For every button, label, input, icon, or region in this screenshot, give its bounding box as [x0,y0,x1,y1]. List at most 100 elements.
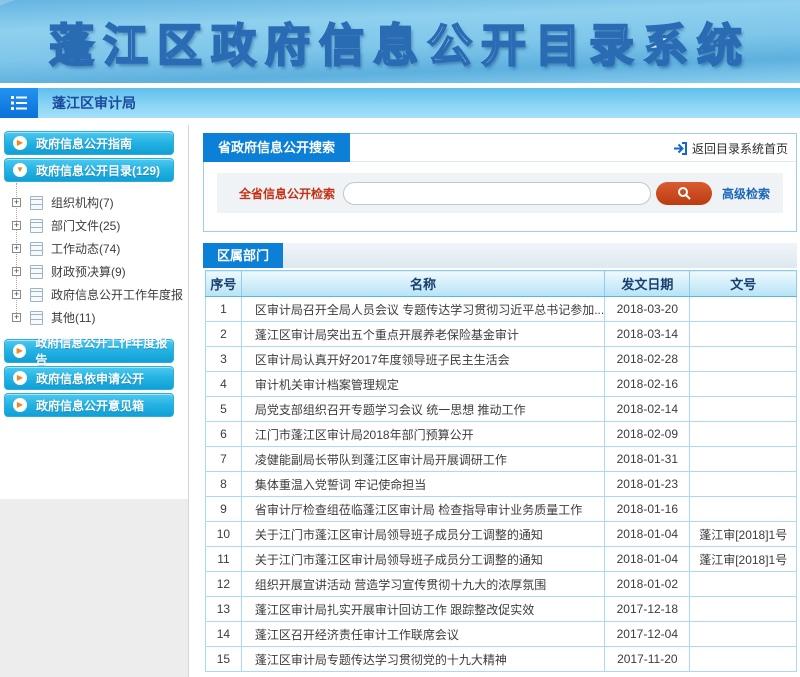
row-title-link[interactable]: 审计机关审计档案管理规定 [241,372,604,397]
department-name: 蓬江区审计局 [52,88,136,118]
col-header-docno: 文号 [690,271,797,297]
table-row: 3 区审计局认真开好2017年度领导班子民主生活会 2018-02-28 [206,347,797,372]
list-icon [0,88,38,118]
row-docno-cell [690,447,797,472]
row-docno-cell [690,372,797,397]
row-date-cell: 2017-12-04 [605,622,690,647]
row-index-cell: 8 [206,472,242,497]
row-title-link[interactable]: 蓬江区审计局突出五个重点开展养老保险基金审计 [241,322,604,347]
row-index-cell: 15 [206,647,242,672]
row-date-cell: 2018-01-02 [605,572,690,597]
table-header-row: 序号 名称 发文日期 文号 [206,271,797,297]
table-row: 6 江门市蓬江区审计局2018年部门预算公开 2018-02-09 [206,422,797,447]
table-row: 9 省审计厅检查组莅临蓬江区审计局 检查指导审计业务质量工作 2018-01-1… [206,497,797,522]
tree-item[interactable]: + 其他(11) [4,306,176,329]
tree-expand-icon[interactable]: + [12,221,21,230]
tree-item-label: 政府信息公开工作年度报 [51,286,183,303]
row-title-link[interactable]: 区审计局认真开好2017年度领导班子民主生活会 [241,347,604,372]
sidebar-button-label: 政府信息公开指南 [36,135,132,152]
sidebar-top-buttons: ▶ 政府信息公开指南 ▼ 政府信息公开目录(129) [4,131,176,182]
row-date-cell: 2018-02-16 [605,372,690,397]
row-index-cell: 9 [206,497,242,522]
row-index-cell: 10 [206,522,242,547]
row-title-link[interactable]: 组织开展宣讲活动 营造学习宣传贯彻十九大的浓厚氛围 [241,572,604,597]
row-date-cell: 2018-01-23 [605,472,690,497]
col-header-title: 名称 [241,271,604,297]
document-icon [30,265,43,279]
tree-expand-icon[interactable]: + [12,244,21,253]
sidebar-button-label: 政府信息依申请公开 [36,370,144,387]
tab-district-departments[interactable]: 区属部门 [203,243,283,268]
sidebar-button[interactable]: ▶ 政府信息公开工作年度报告 [4,339,174,363]
table-row: 13 蓬江区审计局扎实开展审计回访工作 跟踪整改促实效 2017-12-18 [206,597,797,622]
tree-expand-icon[interactable]: + [12,198,21,207]
province-search-panel: 省政府信息公开搜索 返回目录系统首页 全省信息公开检索 高级检索 [203,133,797,232]
row-title-link[interactable]: 关于江门市蓬江区审计局领导班子成员分工调整的通知 [241,522,604,547]
tree-item[interactable]: + 部门文件(25) [4,214,176,237]
row-docno-cell [690,297,797,322]
tab-province-search[interactable]: 省政府信息公开搜索 [203,133,350,162]
row-docno-cell: 蓬江审[2018]1号 [690,547,797,572]
arrow-bullet-icon: ▶ [13,344,26,358]
arrow-bullet-icon: ▼ [13,163,27,177]
row-index-cell: 5 [206,397,242,422]
tree-expand-icon[interactable]: + [12,313,21,322]
row-title-link[interactable]: 蓬江区召开经济责任审计工作联席会议 [241,622,604,647]
table-row: 1 区审计局召开全局人员会议 专题传达学习贯彻习近平总书记参加... 2018-… [206,297,797,322]
sidebar-button[interactable]: ▶ 政府信息依申请公开 [4,366,174,390]
tree-expand-icon[interactable]: + [12,290,21,299]
advanced-search-link[interactable]: 高级检索 [722,185,770,202]
row-date-cell: 2017-11-20 [605,647,690,672]
row-title-link[interactable]: 蓬江区审计局专题传达学习贯彻党的十九大精神 [241,647,604,672]
row-title-link[interactable]: 凌健能副局长带队到蓬江区审计局开展调研工作 [241,447,604,472]
tree-item-label: 工作动态(74) [51,240,120,257]
row-date-cell: 2017-12-18 [605,597,690,622]
table-row: 10 关于江门市蓬江区审计局领导班子成员分工调整的通知 2018-01-04 蓬… [206,522,797,547]
row-docno-cell: 蓬江审[2018]1号 [690,522,797,547]
sidebar: ▶ 政府信息公开指南 ▼ 政府信息公开目录(129) + 组织机构(7) + 部… [4,131,176,420]
row-index-cell: 1 [206,297,242,322]
tree-item[interactable]: + 工作动态(74) [4,237,176,260]
tree-item[interactable]: + 组织机构(7) [4,191,176,214]
tree-item-label: 财政预决算(9) [51,263,126,280]
row-title-link[interactable]: 关于江门市蓬江区审计局领导班子成员分工调整的通知 [241,547,604,572]
search-button[interactable] [656,182,712,205]
sidebar-divider [188,125,189,677]
row-date-cell: 2018-01-16 [605,497,690,522]
return-arrow-icon [673,142,687,155]
sidebar-button[interactable]: ▼ 政府信息公开目录(129) [4,158,174,182]
site-title: 蓬江区政府信息公开目录系统 [49,9,751,74]
sidebar-button-label: 政府信息公开目录(129) [36,162,160,179]
tree-expand-icon[interactable]: + [12,267,21,276]
row-title-link[interactable]: 局党支部组织召开专题学习会议 统一思想 推动工作 [241,397,604,422]
row-date-cell: 2018-03-20 [605,297,690,322]
table-row: 15 蓬江区审计局专题传达学习贯彻党的十九大精神 2017-11-20 [206,647,797,672]
row-title-link[interactable]: 蓬江区审计局扎实开展审计回访工作 跟踪整改促实效 [241,597,604,622]
row-index-cell: 11 [206,547,242,572]
table-row: 5 局党支部组织召开专题学习会议 统一思想 推动工作 2018-02-14 [206,397,797,422]
row-docno-cell [690,597,797,622]
arrow-bullet-icon: ▶ [13,136,27,150]
return-home-link[interactable]: 返回目录系统首页 [673,134,788,162]
row-title-link[interactable]: 区审计局召开全局人员会议 专题传达学习贯彻习近平总书记参加... [241,297,604,322]
row-title-link[interactable]: 省审计厅检查组莅临蓬江区审计局 检查指导审计业务质量工作 [241,497,604,522]
table-row: 7 凌健能副局长带队到蓬江区审计局开展调研工作 2018-01-31 [206,447,797,472]
table-row: 14 蓬江区召开经济责任审计工作联席会议 2017-12-04 [206,622,797,647]
site-banner: 蓬江区政府信息公开目录系统 [0,0,800,83]
sidebar-button[interactable]: ▶ 政府信息公开指南 [4,131,174,155]
row-date-cell: 2018-03-14 [605,322,690,347]
document-icon [30,311,43,325]
row-title-link[interactable]: 集体重温入党誓词 牢记使命担当 [241,472,604,497]
tree-item[interactable]: + 财政预决算(9) [4,260,176,283]
row-date-cell: 2018-01-31 [605,447,690,472]
row-date-cell: 2018-02-28 [605,347,690,372]
tree-item[interactable]: + 政府信息公开工作年度报 [4,283,176,306]
search-panel-tab-row: 省政府信息公开搜索 返回目录系统首页 [204,134,796,162]
sidebar-button[interactable]: ▶ 政府信息公开意见箱 [4,393,174,417]
col-header-date: 发文日期 [605,271,690,297]
row-title-link[interactable]: 江门市蓬江区审计局2018年部门预算公开 [241,422,604,447]
dept-tab-row: 区属部门 [203,243,797,268]
table-row: 8 集体重温入党誓词 牢记使命担当 2018-01-23 [206,472,797,497]
document-icon [30,196,43,210]
search-input[interactable] [343,182,651,205]
